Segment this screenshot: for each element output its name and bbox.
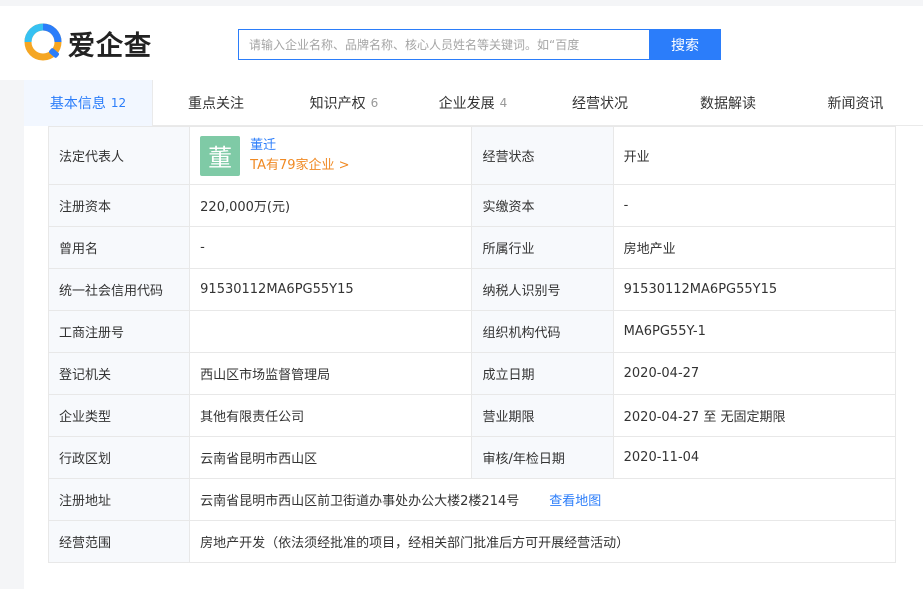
table-row: 工商注册号 组织机构代码 MA6PG55Y-1 bbox=[47, 310, 897, 353]
paid-capital-label: 实缴资本 bbox=[471, 184, 614, 227]
tab-count: 6 bbox=[370, 96, 379, 110]
reg-authority-value: 西山区市场监督管理局 bbox=[189, 352, 473, 395]
industry-value: 房地产业 bbox=[612, 226, 897, 269]
search-input[interactable] bbox=[238, 29, 649, 60]
tab-label: 新闻资讯 bbox=[827, 96, 884, 112]
tab-label: 知识产权 bbox=[309, 96, 366, 112]
search-bar: 搜索 bbox=[238, 29, 721, 60]
paid-capital-value: - bbox=[612, 184, 897, 227]
reg-authority-label: 登记机关 bbox=[47, 352, 191, 395]
view-map-link[interactable]: 查看地图 bbox=[549, 494, 601, 509]
tab-key-focus[interactable]: 重点关注 bbox=[153, 80, 279, 126]
scope-label: 经营范围 bbox=[47, 520, 191, 563]
credit-code-value: 91530112MA6PG55Y15 bbox=[189, 268, 473, 311]
company-type-label: 企业类型 bbox=[47, 394, 191, 437]
table-row: 统一社会信用代码 91530112MA6PG55Y15 纳税人识别号 91530… bbox=[47, 268, 897, 311]
audit-date-value: 2020-11-04 bbox=[612, 436, 897, 479]
industry-label: 所属行业 bbox=[471, 226, 614, 269]
address-value: 云南省昆明市西山区前卫街道办事处办公大楼2楼214号 bbox=[200, 494, 520, 509]
top-header: 爱企查 搜索 bbox=[0, 0, 923, 80]
reg-capital-label: 注册资本 bbox=[47, 184, 191, 227]
company-type-value: 其他有限责任公司 bbox=[189, 394, 473, 437]
search-button[interactable]: 搜索 bbox=[649, 29, 721, 60]
header-divider bbox=[0, 0, 923, 6]
tab-operations[interactable]: 经营状况 bbox=[537, 80, 663, 126]
tab-count: 12 bbox=[110, 96, 127, 110]
table-row: 法定代表人 董 董迁 TA有79家企业 > 经营状态 开业 bbox=[47, 126, 897, 185]
logo-text: 爱企查 bbox=[68, 30, 152, 62]
biz-term-value: 2020-04-27 至 无固定期限 bbox=[612, 394, 897, 437]
table-row: 登记机关 西山区市场监督管理局 成立日期 2020-04-27 bbox=[47, 352, 897, 395]
tab-news[interactable]: 新闻资讯 bbox=[793, 80, 918, 126]
tab-label: 数据解读 bbox=[700, 96, 756, 112]
region-value: 云南省昆明市西山区 bbox=[189, 436, 473, 479]
table-row: 行政区划 云南省昆明市西山区 审核/年检日期 2020-11-04 bbox=[47, 436, 897, 479]
tab-basic-info[interactable]: 基本信息 12 bbox=[24, 80, 153, 126]
status-label: 经营状态 bbox=[471, 126, 614, 185]
tab-development[interactable]: 企业发展 4 bbox=[409, 80, 537, 126]
org-code-value: MA6PG55Y-1 bbox=[612, 310, 897, 353]
biz-term-label: 营业期限 bbox=[471, 394, 614, 437]
legal-rep-name-link[interactable]: 董迁 bbox=[250, 136, 349, 156]
biz-reg-no-value bbox=[189, 310, 473, 353]
table-row: 注册地址 云南省昆明市西山区前卫街道办事处办公大楼2楼214号 查看地图 bbox=[47, 478, 896, 521]
table-row: 曾用名 - 所属行业 房地产业 bbox=[47, 226, 897, 269]
found-date-value: 2020-04-27 bbox=[612, 352, 897, 395]
region-label: 行政区划 bbox=[47, 436, 191, 479]
tab-ip[interactable]: 知识产权 6 bbox=[279, 80, 409, 126]
tax-id-label: 纳税人识别号 bbox=[471, 268, 614, 311]
legal-rep-cell: 董 董迁 TA有79家企业 > bbox=[189, 126, 473, 185]
scope-value: 房地产开发（依法须经批准的项目，经相关部门批准后方可开展经营活动） bbox=[189, 520, 896, 563]
tax-id-value: 91530112MA6PG55Y15 bbox=[612, 268, 897, 311]
table-row: 注册资本 220,000万(元) 实缴资本 - bbox=[47, 184, 897, 227]
tab-label: 基本信息 bbox=[49, 96, 106, 112]
reg-capital-value: 220,000万(元) bbox=[189, 184, 473, 227]
basic-info-table: 法定代表人 董 董迁 TA有79家企业 > 经营状态 开业 注册资本 220,0… bbox=[47, 126, 897, 563]
company-info-card: 基本信息 12 重点关注 知识产权 6 企业发展 4 经营状况 数据解读 新闻资讯 法… bbox=[24, 80, 923, 589]
found-date-label: 成立日期 bbox=[471, 352, 614, 395]
tab-label: 重点关注 bbox=[188, 96, 244, 112]
status-value: 开业 bbox=[612, 126, 897, 185]
credit-code-label: 统一社会信用代码 bbox=[47, 268, 191, 311]
former-name-label: 曾用名 bbox=[47, 226, 191, 269]
tab-count: 4 bbox=[499, 96, 508, 110]
address-label: 注册地址 bbox=[47, 478, 191, 521]
tab-data-analysis[interactable]: 数据解读 bbox=[663, 80, 793, 126]
former-name-value: - bbox=[189, 226, 473, 269]
address-cell: 云南省昆明市西山区前卫街道办事处办公大楼2楼214号 查看地图 bbox=[189, 478, 896, 521]
biz-reg-no-label: 工商注册号 bbox=[47, 310, 191, 353]
logo-icon bbox=[24, 23, 62, 61]
tab-bar: 基本信息 12 重点关注 知识产权 6 企业发展 4 经营状况 数据解读 新闻资讯 bbox=[24, 80, 923, 126]
org-code-label: 组织机构代码 bbox=[471, 310, 614, 353]
legal-rep-label: 法定代表人 bbox=[47, 126, 191, 185]
tab-label: 企业发展 bbox=[438, 96, 495, 112]
logo[interactable]: 爱企查 bbox=[24, 23, 152, 63]
audit-date-label: 审核/年检日期 bbox=[471, 436, 614, 479]
tab-label: 经营状况 bbox=[572, 96, 628, 112]
table-row: 企业类型 其他有限责任公司 营业期限 2020-04-27 至 无固定期限 bbox=[47, 394, 897, 437]
table-row: 经营范围 房地产开发（依法须经批准的项目，经相关部门批准后方可开展经营活动） bbox=[47, 520, 896, 563]
related-companies-link[interactable]: TA有79家企业 > bbox=[250, 156, 349, 176]
avatar[interactable]: 董 bbox=[200, 135, 241, 176]
